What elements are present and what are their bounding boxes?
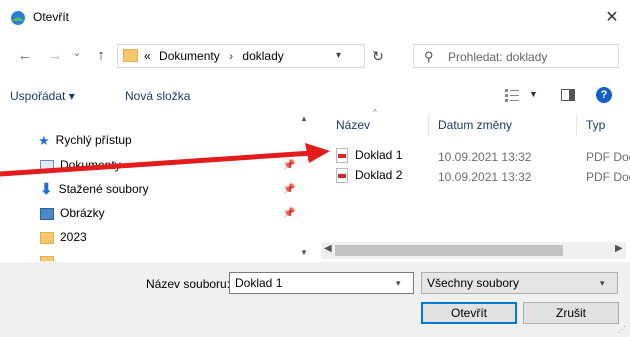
recent-locations-icon[interactable]: ⌄ (70, 43, 84, 63)
title-bar (0, 0, 630, 36)
sort-ascending-icon: ^ (373, 108, 377, 117)
view-options-icon[interactable] (505, 88, 519, 102)
close-icon[interactable]: ✕ (600, 6, 624, 30)
new-folder-button[interactable]: Nová složka (125, 89, 190, 103)
file-type: PDF Doc (586, 150, 630, 164)
chevron-down-icon[interactable]: ▼ (529, 89, 538, 99)
chevron-down-icon[interactable]: ▾ (600, 278, 605, 289)
scrollbar-thumb[interactable] (335, 245, 563, 256)
file-date: 10.09.2021 13:32 (438, 150, 532, 164)
resize-grip-icon[interactable]: ⋰ (618, 325, 626, 334)
nav-item-2023[interactable]: 2023 (40, 227, 87, 247)
pictures-icon (40, 207, 54, 220)
cancel-button[interactable]: Zrušit (523, 302, 619, 324)
red-arrow-annotation (0, 143, 330, 177)
scroll-right-icon[interactable]: ▶ (615, 243, 623, 254)
filename-input[interactable]: Doklad 1 ▾ (229, 272, 414, 294)
folder-icon (40, 255, 54, 261)
back-icon[interactable]: ← (15, 46, 35, 66)
address-bar[interactable]: « Dokumenty › doklady (117, 44, 365, 68)
nav-item-partial[interactable] (40, 251, 60, 261)
column-divider[interactable] (428, 114, 429, 136)
file-type-select[interactable]: Všechny soubory ▾ (421, 272, 618, 294)
column-divider[interactable] (576, 114, 577, 136)
up-icon[interactable]: ↑ (91, 46, 111, 66)
search-icon: ⚲ (424, 49, 434, 64)
file-row[interactable]: Doklad 1 (336, 148, 402, 164)
file-date: 10.09.2021 13:32 (438, 170, 532, 184)
app-icon (11, 11, 25, 25)
search-input[interactable]: Prohledat: doklady (448, 50, 547, 64)
chevron-down-icon[interactable]: ▾ (396, 278, 401, 289)
column-header-date[interactable]: Datum změny (438, 118, 512, 132)
breadcrumb-item-dokumenty[interactable]: Dokumenty (159, 49, 220, 63)
breadcrumb: « Dokumenty › doklady (144, 49, 284, 63)
folder-icon (123, 49, 138, 62)
help-icon[interactable]: ? (596, 87, 612, 103)
chevron-right-icon[interactable]: › (229, 49, 233, 63)
preview-pane-icon[interactable] (561, 89, 575, 101)
nav-item-pictures[interactable]: Obrázky (40, 203, 105, 223)
search-box[interactable]: ⚲ Prohledat: doklady (413, 44, 619, 68)
breadcrumb-item-doklady[interactable]: doklady (242, 49, 283, 63)
filename-label: Název souboru: (146, 277, 231, 291)
forward-icon[interactable]: → (45, 46, 65, 66)
file-type: PDF Doc (586, 170, 630, 184)
folder-icon (40, 231, 54, 244)
horizontal-scrollbar[interactable]: ◀ ▶ (321, 242, 626, 259)
scroll-up-icon[interactable]: ▲ (300, 114, 308, 123)
file-type-value: Všechny soubory (427, 276, 520, 290)
pin-icon[interactable]: 📌 (283, 184, 295, 195)
filename-value[interactable]: Doklad 1 (235, 276, 282, 290)
window-title: Otevřít (33, 10, 70, 24)
refresh-icon[interactable]: ↻ (364, 44, 392, 68)
scroll-down-icon[interactable]: ▼ (300, 248, 308, 257)
scroll-left-icon[interactable]: ◀ (324, 243, 332, 254)
nav-item-downloads[interactable]: ⬇ Stažené soubory (40, 179, 149, 199)
pin-icon[interactable]: 📌 (283, 208, 295, 219)
breadcrumb-overflow[interactable]: « (144, 49, 151, 63)
column-header-type[interactable]: Typ (586, 118, 605, 132)
open-button[interactable]: Otevřít (421, 302, 517, 324)
file-row[interactable]: Doklad 2 (336, 168, 402, 184)
navigation-pane: ★ Rychlý přístup Dokumenty 📌 ⬇ Stažené sou… (0, 111, 300, 261)
download-icon: ⬇ (40, 180, 53, 198)
chevron-down-icon[interactable]: ▾ (336, 50, 341, 61)
column-header-name[interactable]: Název (336, 118, 370, 132)
organize-button[interactable]: Uspořádat ▾ (10, 89, 75, 103)
